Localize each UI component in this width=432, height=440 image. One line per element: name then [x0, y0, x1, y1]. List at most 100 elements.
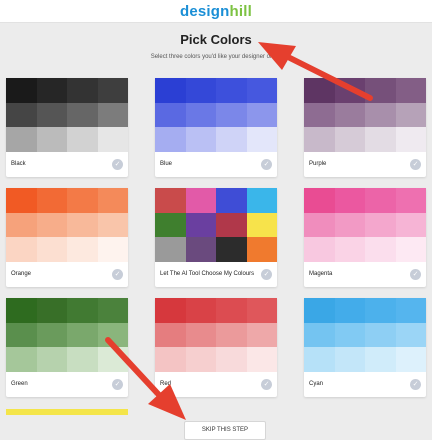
color-swatch — [365, 298, 396, 323]
color-card-magenta[interactable]: Magenta ✓ — [304, 188, 426, 287]
color-swatch — [36, 127, 67, 152]
color-swatch — [216, 127, 247, 152]
color-swatch — [185, 188, 216, 213]
color-swatch — [365, 188, 396, 213]
color-swatch — [36, 212, 67, 238]
color-swatch — [36, 188, 67, 213]
checkmark-icon[interactable]: ✓ — [112, 269, 123, 280]
swatch-grid — [6, 298, 128, 372]
color-swatch — [6, 212, 37, 238]
color-swatch — [304, 127, 335, 152]
color-card-cyan[interactable]: Cyan ✓ — [304, 298, 426, 397]
card-label: Green — [11, 381, 28, 387]
color-swatch — [36, 298, 67, 323]
color-swatch — [395, 78, 426, 103]
color-card-let-the-ai-tool-choose-my-colours[interactable]: Let The AI Tool Choose My Colours ✓ — [155, 188, 277, 287]
top-bar: designhill — [0, 0, 432, 23]
color-card-blue[interactable]: Blue ✓ — [155, 78, 277, 177]
color-swatch — [36, 347, 67, 372]
color-swatch — [6, 298, 37, 323]
color-card-purple[interactable]: Purple ✓ — [304, 78, 426, 177]
color-swatch — [365, 237, 396, 262]
color-swatch — [67, 298, 98, 323]
checkmark-icon[interactable]: ✓ — [410, 159, 421, 170]
designhill-logo[interactable]: designhill — [0, 3, 432, 20]
color-swatch — [365, 322, 396, 348]
color-swatch — [67, 212, 98, 238]
color-swatch — [155, 127, 186, 152]
checkmark-icon[interactable]: ✓ — [410, 269, 421, 280]
color-swatch — [67, 78, 98, 103]
page-subtitle: Select three colors you'd like your desi… — [150, 54, 282, 60]
color-swatch — [185, 78, 216, 103]
color-swatch — [246, 212, 277, 238]
color-card-green[interactable]: Green ✓ — [6, 298, 128, 397]
checkmark-icon[interactable]: ✓ — [261, 159, 272, 170]
color-swatch — [185, 322, 216, 348]
color-swatch — [216, 322, 247, 348]
color-swatch — [216, 102, 247, 128]
color-swatch — [6, 127, 37, 152]
skip-step-button[interactable]: SKIP THIS STEP — [184, 421, 266, 440]
checkmark-icon[interactable]: ✓ — [261, 269, 272, 280]
color-swatch — [97, 237, 128, 262]
color-swatch — [216, 212, 247, 238]
color-swatch — [334, 188, 365, 213]
color-swatch — [334, 102, 365, 128]
color-swatch — [246, 78, 277, 103]
color-swatch — [395, 188, 426, 213]
swatch-grid — [304, 298, 426, 372]
card-label: Cyan — [309, 381, 324, 387]
color-swatch — [304, 298, 335, 323]
color-swatch — [246, 102, 277, 128]
color-swatch — [185, 102, 216, 128]
checkmark-icon[interactable]: ✓ — [261, 379, 272, 390]
color-swatch — [97, 127, 128, 152]
color-swatch — [304, 322, 335, 348]
color-swatch — [365, 127, 396, 152]
color-swatch — [395, 102, 426, 128]
checkmark-icon[interactable]: ✓ — [112, 159, 123, 170]
swatch-grid — [304, 78, 426, 152]
color-swatch — [334, 322, 365, 348]
color-swatch — [36, 102, 67, 128]
card-label: Black — [11, 161, 26, 167]
color-swatch — [155, 237, 186, 262]
color-swatch — [216, 298, 247, 323]
color-swatch — [97, 347, 128, 372]
color-swatch — [365, 347, 396, 372]
color-card-orange[interactable]: Orange ✓ — [6, 188, 128, 287]
color-swatch — [67, 127, 98, 152]
color-swatch — [97, 102, 128, 128]
color-card-red[interactable]: Red ✓ — [155, 298, 277, 397]
color-swatch — [155, 78, 186, 103]
color-swatch — [334, 78, 365, 103]
color-swatch — [185, 347, 216, 372]
checkmark-icon[interactable]: ✓ — [410, 379, 421, 390]
color-swatch — [155, 212, 186, 238]
color-swatch — [216, 347, 247, 372]
page-title: Pick Colors — [180, 32, 252, 47]
card-label: Red — [160, 381, 172, 387]
checkmark-icon[interactable]: ✓ — [112, 379, 123, 390]
color-swatch — [6, 78, 37, 103]
color-swatch — [216, 78, 247, 103]
color-card-black[interactable]: Black ✓ — [6, 78, 128, 177]
color-swatch — [395, 212, 426, 238]
color-swatch — [246, 347, 277, 372]
color-swatch — [334, 237, 365, 262]
color-swatch — [395, 127, 426, 152]
color-swatch — [304, 212, 335, 238]
color-swatch — [6, 188, 37, 213]
color-swatch — [304, 347, 335, 372]
color-swatch — [36, 322, 67, 348]
color-swatch — [185, 212, 216, 238]
card-label: Let The AI Tool Choose My Colours — [160, 271, 255, 277]
color-swatch — [304, 102, 335, 128]
color-swatch — [67, 188, 98, 213]
color-swatch — [334, 347, 365, 372]
color-swatch — [185, 237, 216, 262]
color-swatch — [6, 322, 37, 348]
color-swatch — [36, 237, 67, 262]
partial-yellow-card[interactable] — [6, 409, 128, 415]
